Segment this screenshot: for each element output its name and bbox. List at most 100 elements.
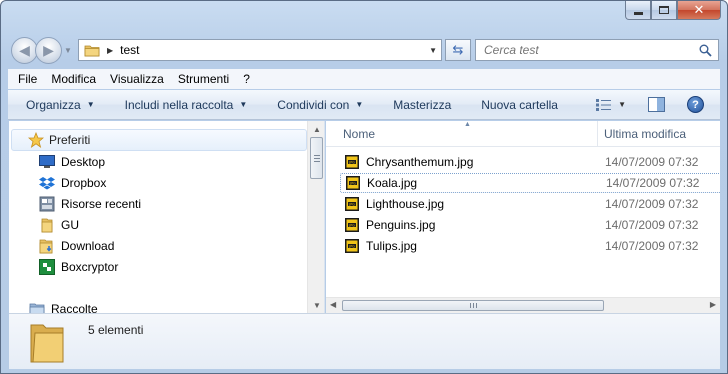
breadcrumb-current-folder[interactable]: test (120, 43, 139, 57)
recent-places-icon (39, 196, 55, 212)
organize-label: Organizza (26, 97, 81, 112)
nav-item-label: Risorse recenti (61, 197, 142, 211)
new-folder-button[interactable]: Nuova cartella (481, 98, 558, 112)
preview-pane-icon[interactable] (648, 97, 665, 112)
view-dropdown-icon[interactable]: ▼ (618, 100, 626, 109)
scroll-thumb[interactable] (310, 137, 323, 179)
file-row[interactable]: JPG Penguins.jpg 14/07/2009 07:32 (340, 215, 720, 235)
scroll-down-icon[interactable]: ▼ (313, 301, 321, 310)
burn-label: Masterizza (393, 97, 452, 112)
share-with-button[interactable]: Condividi con ▼ (277, 98, 363, 112)
nav-item-gu[interactable]: GU (39, 216, 79, 234)
dropdown-arrow-icon: ▼ (86, 100, 95, 109)
address-bar[interactable]: ▶ test ▼ (78, 39, 442, 61)
nav-item-label: Dropbox (61, 176, 107, 190)
file-name: Tulips.jpg (366, 239, 417, 253)
column-header-row: ▲ Nome Ultima modifica (326, 121, 720, 147)
file-list: ▲ Nome Ultima modifica JPG Chrysanthemum… (326, 121, 720, 297)
forward-arrow-icon: ▶ (43, 42, 54, 58)
favorites-header[interactable]: Preferiti (11, 129, 307, 151)
breadcrumb-separator-icon[interactable]: ▶ (107, 46, 113, 55)
back-button[interactable]: ◀ (11, 37, 38, 64)
nav-item-desktop[interactable]: Desktop (39, 153, 105, 171)
scroll-up-icon[interactable]: ▲ (313, 125, 321, 134)
address-dropdown-icon[interactable]: ▼ (429, 46, 437, 55)
grip-line (473, 303, 474, 308)
grip-line (314, 158, 320, 159)
favorites-label: Preferiti (49, 133, 91, 147)
column-header-name[interactable]: Nome (343, 127, 375, 141)
jpg-file-icon: JPG (345, 175, 361, 191)
close-icon: ✕ (693, 2, 705, 17)
boxcryptor-icon (39, 259, 55, 275)
scroll-thumb[interactable] (342, 300, 604, 311)
view-controls: ▼ ? (596, 96, 704, 113)
maximize-button[interactable] (651, 1, 677, 20)
file-name: Chrysanthemum.jpg (366, 155, 474, 169)
menu-tools[interactable]: Strumenti (178, 72, 229, 86)
navigation-scrollbar[interactable]: ▲ ▼ (307, 121, 324, 313)
file-row[interactable]: JPG Chrysanthemum.jpg 14/07/2009 07:32 (340, 152, 720, 172)
sort-ascending-icon: ▲ (464, 121, 471, 128)
organize-button[interactable]: Organizza ▼ (26, 98, 95, 112)
menu-help[interactable]: ? (243, 72, 250, 86)
jpg-file-icon: JPG (344, 154, 360, 170)
nav-item-libraries[interactable]: Raccolte (29, 300, 98, 313)
file-list-horizontal-scrollbar[interactable]: ◀ ▶ (326, 297, 720, 313)
grip-line (314, 155, 320, 156)
download-folder-icon (39, 238, 55, 254)
grip-line (476, 303, 477, 308)
menu-edit[interactable]: Modifica (51, 72, 96, 86)
menu-bar: File Modifica Visualizza Strumenti ? (8, 69, 720, 89)
file-name: Lighthouse.jpg (366, 197, 445, 211)
nav-item-boxcryptor[interactable]: Boxcryptor (39, 258, 118, 276)
new-folder-label: Nuova cartella (481, 97, 558, 112)
column-divider[interactable] (597, 121, 598, 147)
file-name: Koala.jpg (367, 176, 418, 190)
item-count: 5 elementi (88, 323, 144, 337)
file-modified-date: 14/07/2009 07:32 (605, 155, 699, 169)
minimize-icon (633, 11, 643, 15)
file-row[interactable]: JPG Tulips.jpg 14/07/2009 07:32 (340, 236, 720, 256)
forward-button[interactable]: ▶ (35, 37, 62, 64)
include-library-button[interactable]: Includi nella raccolta ▼ (125, 98, 248, 112)
menu-file[interactable]: File (18, 72, 37, 86)
dropdown-arrow-icon: ▼ (355, 100, 364, 109)
refresh-button[interactable]: ⇆ (445, 39, 471, 61)
burn-button[interactable]: Masterizza (393, 98, 451, 112)
column-header-modified[interactable]: Ultima modifica (604, 127, 686, 141)
command-bar: Organizza ▼ Includi nella raccolta ▼ Condi… (8, 90, 720, 120)
nav-item-download[interactable]: Download (39, 237, 114, 255)
folder-icon (84, 45, 100, 56)
file-modified-date: 14/07/2009 07:32 (605, 218, 699, 232)
back-arrow-icon: ◀ (19, 42, 30, 58)
scroll-right-icon[interactable]: ▶ (710, 300, 716, 309)
scroll-left-icon[interactable]: ◀ (330, 300, 336, 309)
details-pane: 5 elementi (9, 313, 720, 369)
minimize-button[interactable] (625, 1, 651, 20)
nav-item-dropbox[interactable]: Dropbox (39, 174, 106, 192)
close-button[interactable]: ✕ (677, 1, 721, 20)
nav-item-recent-places[interactable]: Risorse recenti (39, 195, 141, 213)
navigation-pane: Preferiti Desktop Dropbox Risorse recent… (9, 121, 325, 313)
search-icon[interactable] (699, 44, 712, 57)
svg-text:JPG: JPG (348, 160, 355, 164)
star-icon (28, 132, 44, 148)
dropdown-arrow-icon: ▼ (239, 100, 248, 109)
refresh-icon: ⇆ (452, 42, 464, 57)
recent-pages-dropdown-icon[interactable]: ▼ (64, 46, 72, 55)
dropbox-icon (39, 175, 55, 191)
svg-text:JPG: JPG (348, 244, 355, 248)
change-view-icon[interactable] (596, 98, 612, 111)
caption-buttons: ✕ (625, 1, 721, 21)
libraries-label: Raccolte (51, 302, 98, 313)
menu-view[interactable]: Visualizza (110, 72, 164, 86)
file-row[interactable]: JPG Lighthouse.jpg 14/07/2009 07:32 (340, 194, 720, 214)
search-input[interactable] (484, 43, 684, 57)
help-icon[interactable]: ? (687, 96, 704, 113)
nav-item-label: GU (61, 218, 79, 232)
file-name: Penguins.jpg (366, 218, 436, 232)
file-row[interactable]: JPG Koala.jpg 14/07/2009 07:32 (340, 173, 720, 193)
desktop-icon (39, 154, 55, 170)
file-modified-date: 14/07/2009 07:32 (606, 176, 700, 190)
